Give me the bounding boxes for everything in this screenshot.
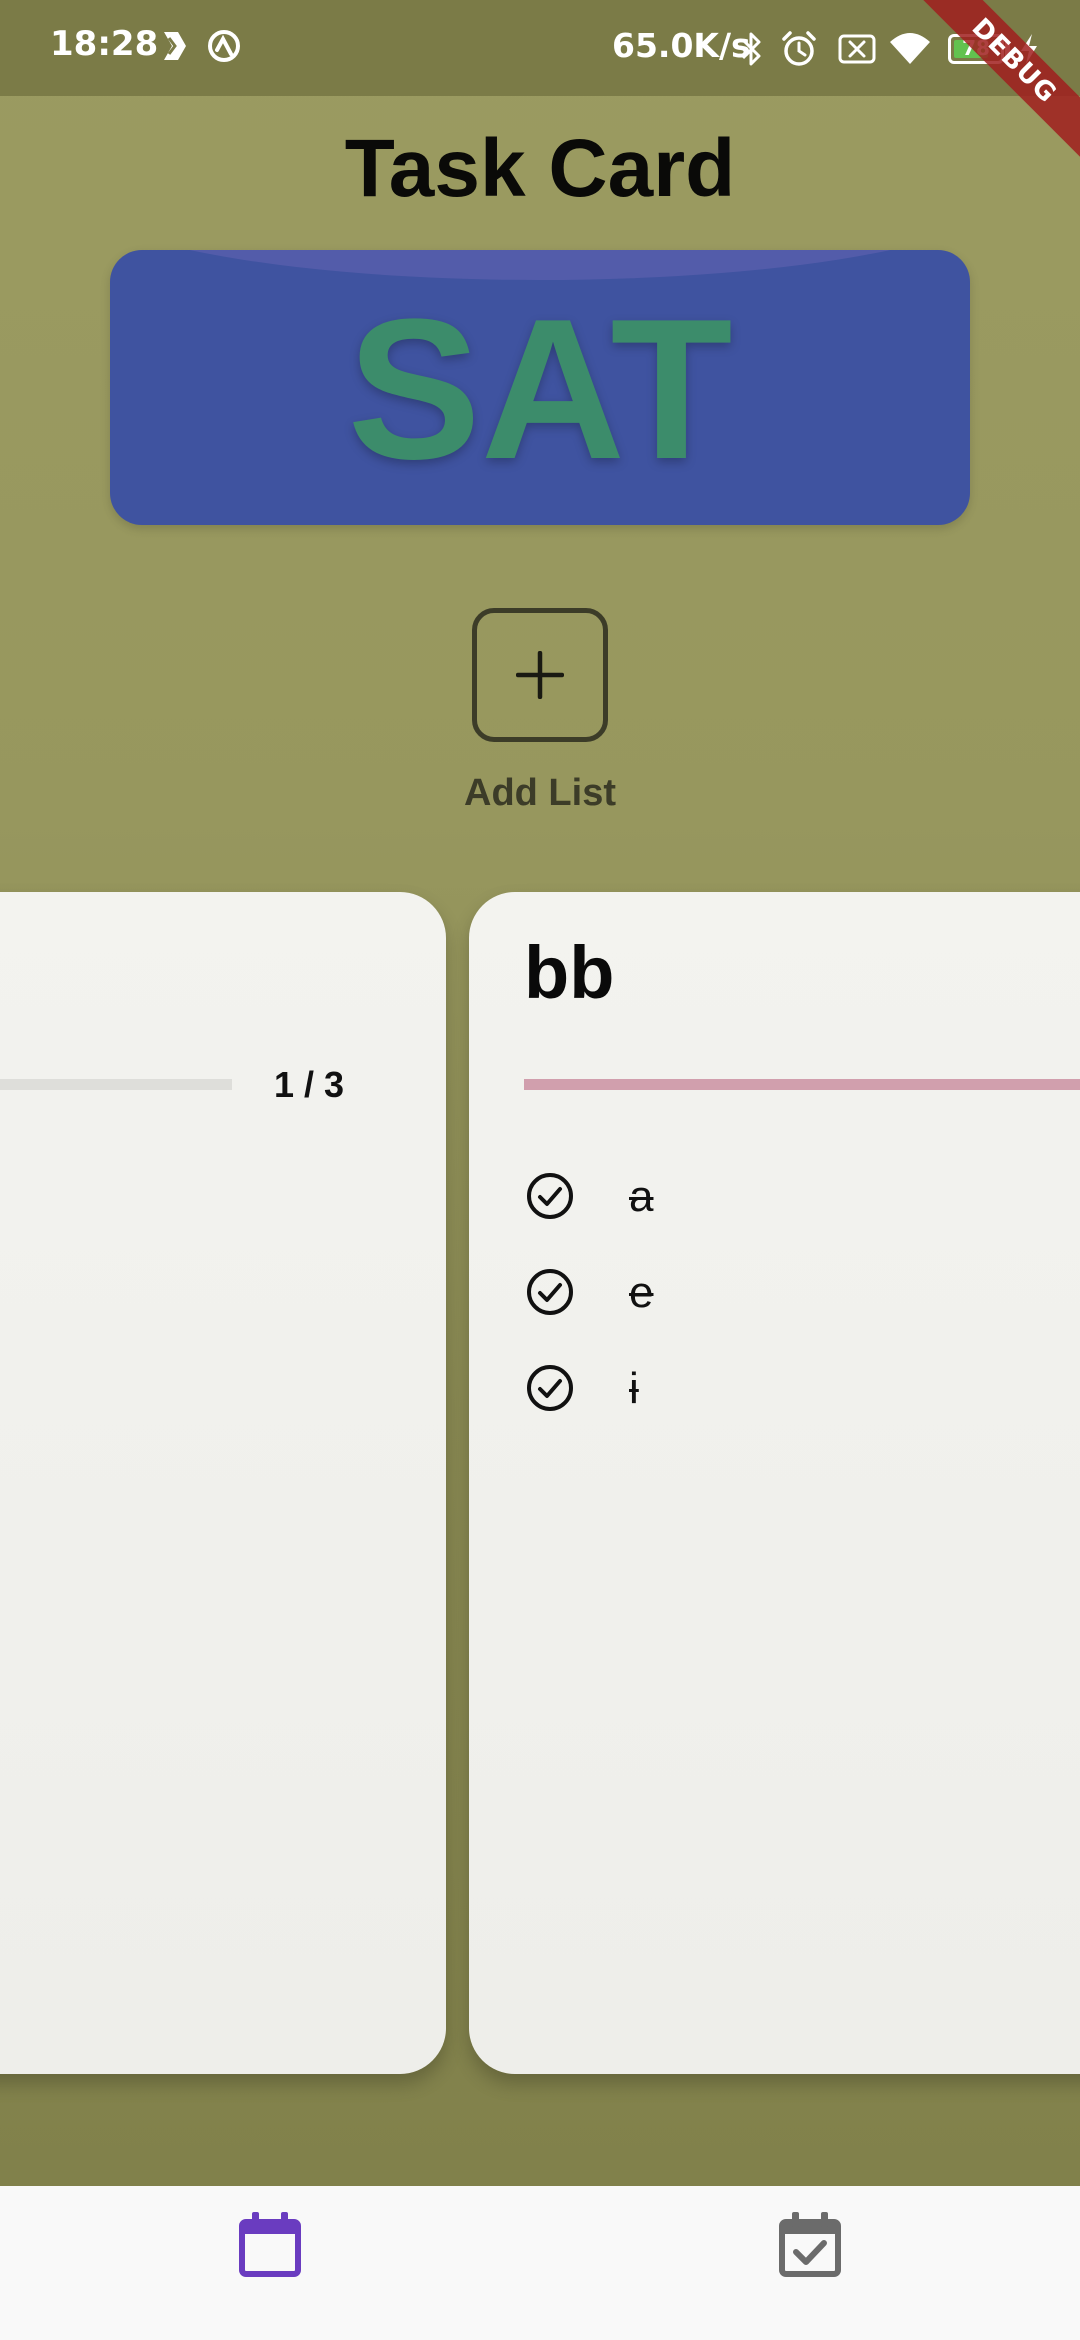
sim-disabled-icon <box>838 34 876 68</box>
calendar-icon[interactable] <box>237 2208 303 2280</box>
battery-level: 78 <box>962 36 990 60</box>
card-title: bb <box>524 931 615 1014</box>
battery-icon: 78 <box>948 34 1004 64</box>
page-title: Task Card <box>344 123 736 214</box>
bottom-nav <box>0 2186 1080 2340</box>
task-label: e <box>629 1268 654 1317</box>
add-list-button[interactable] <box>472 608 608 742</box>
banner-wave-decoration <box>110 250 970 280</box>
add-list-label[interactable]: Add List <box>0 772 1080 815</box>
nav-diamond-icon <box>158 28 188 68</box>
check-circle-icon[interactable] <box>524 1362 576 1414</box>
sync-icon <box>206 28 242 68</box>
task-card-previous[interactable]: 1 / 3 <box>0 892 446 2074</box>
wifi-icon <box>888 30 932 70</box>
check-circle-icon[interactable] <box>524 1170 576 1222</box>
day-label: SAT <box>347 278 733 501</box>
task-card-bb[interactable]: bb a e i <box>469 892 1080 2074</box>
progress-track <box>0 1079 232 1090</box>
battery-cap <box>1005 42 1010 56</box>
status-bar: 18:28 65.0K/s 78 <box>0 0 1080 96</box>
calendar-check-icon[interactable] <box>777 2208 843 2280</box>
charging-icon <box>1018 32 1040 70</box>
progress-count: 1 / 3 <box>274 1064 345 1105</box>
network-speed: 65.0K/s <box>612 26 751 65</box>
nav-item-calendar[interactable] <box>0 2186 540 2340</box>
progress-bar <box>524 1079 1080 1090</box>
app-screen: 18:28 65.0K/s 78 DEBUG Task Card SAT Add… <box>0 0 1080 2340</box>
check-circle-icon[interactable] <box>524 1266 576 1318</box>
plus-icon <box>516 651 564 699</box>
task-label: i <box>629 1364 639 1413</box>
bluetooth-icon <box>740 30 764 72</box>
alarm-icon <box>780 30 818 72</box>
nav-item-completed[interactable] <box>540 2186 1080 2340</box>
status-time: 18:28 <box>50 24 159 64</box>
day-banner[interactable]: SAT <box>110 250 970 525</box>
task-label: a <box>629 1172 654 1221</box>
